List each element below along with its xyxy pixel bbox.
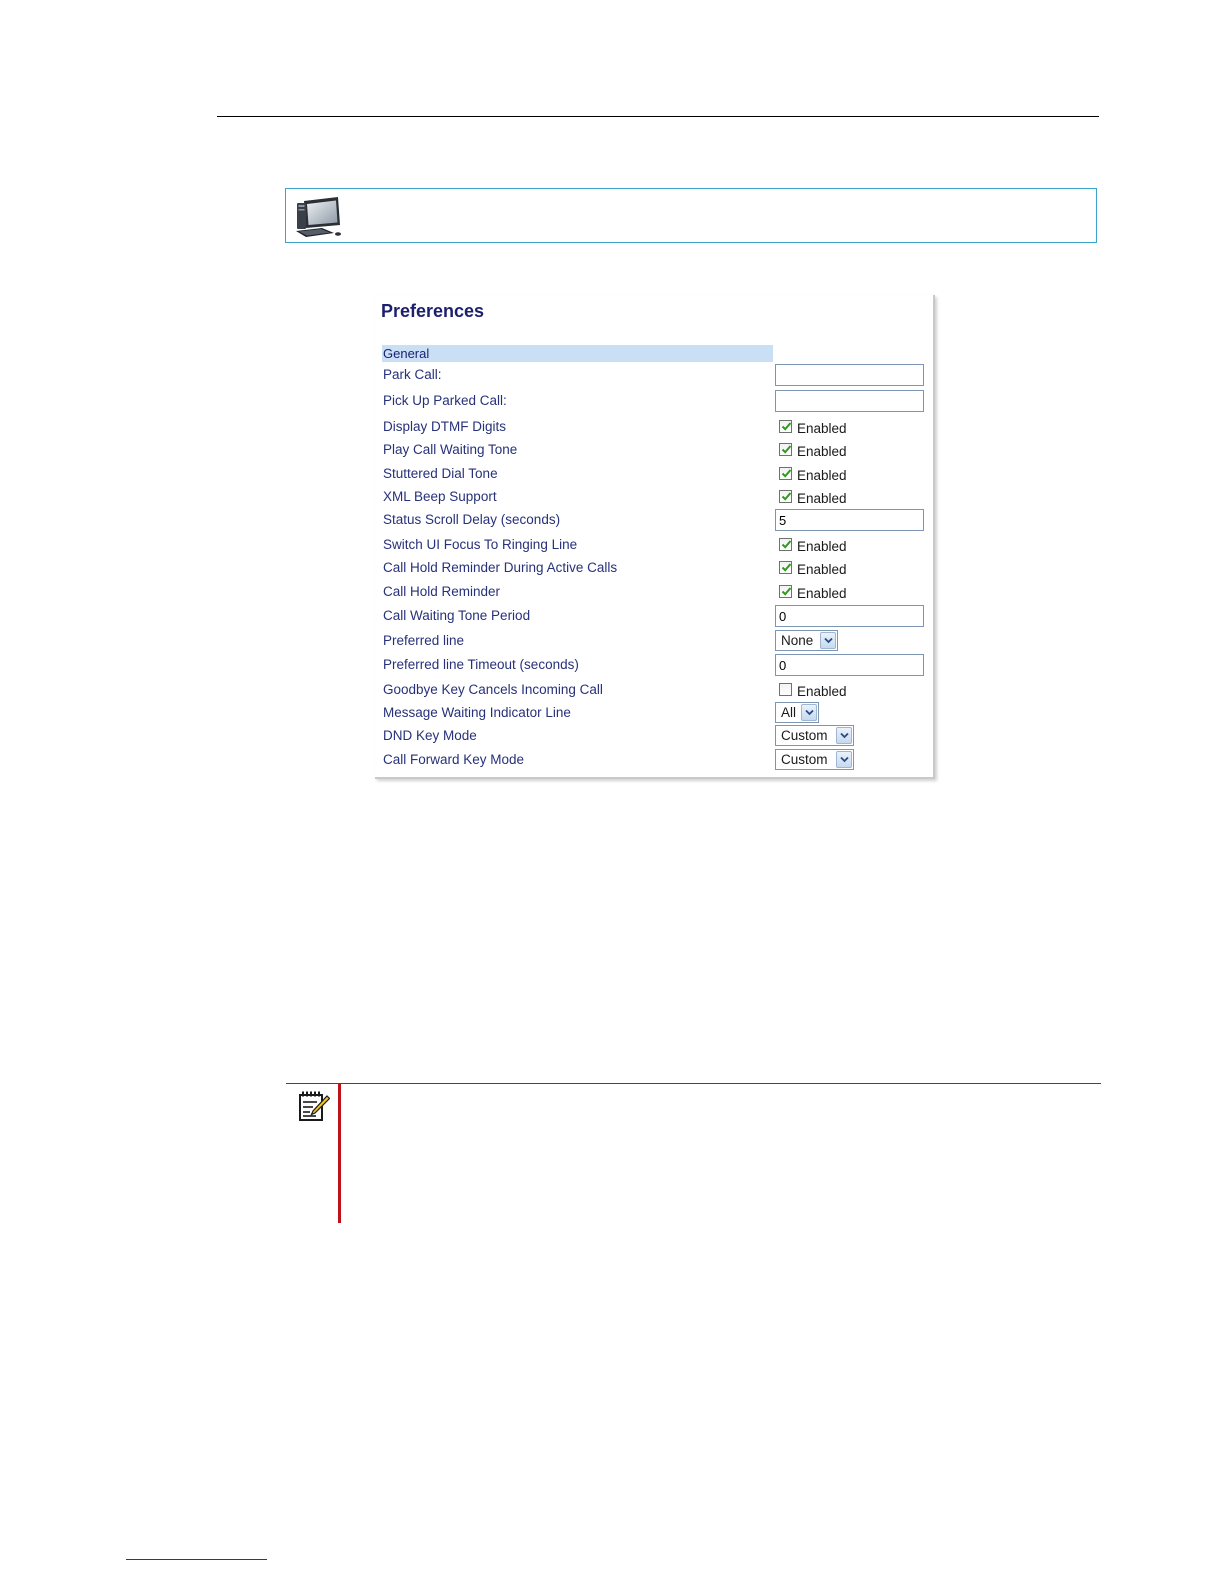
- pref-label-display-dtmf-digits: Display DTMF Digits: [383, 419, 507, 434]
- pref-label-stuttered-dial-tone: Stuttered Dial Tone: [383, 466, 498, 481]
- section-header-general: General: [382, 345, 773, 362]
- preferences-panel: Preferences General Park Call: Pick Up Pa…: [375, 295, 935, 779]
- footer-link-rule: [126, 1559, 267, 1560]
- pref-checkbox-stuttered-dial-tone[interactable]: Enabled: [779, 466, 847, 483]
- pref-input-call-waiting-tone-period[interactable]: [775, 605, 924, 627]
- checkmark-icon: [781, 587, 792, 596]
- pref-select-dnd-key-mode[interactable]: Custom: [775, 725, 854, 746]
- pref-label-pick-up-parked-call: Pick Up Parked Call:: [383, 393, 507, 408]
- checkbox-box[interactable]: [779, 538, 792, 551]
- notepad-pencil-icon: [299, 1091, 330, 1121]
- pref-row-stuttered-dial-tone: Stuttered Dial Tone Enabled: [375, 463, 933, 487]
- pref-row-display-dtmf-digits: Display DTMF Digits Enabled: [375, 416, 933, 440]
- pref-row-dnd-key-mode: DND Key Mode Custom: [375, 725, 933, 749]
- select-value: All: [781, 705, 797, 720]
- checkmark-icon: [781, 469, 792, 478]
- checkbox-option-label: Enabled: [797, 684, 847, 699]
- pref-input-park-call[interactable]: [775, 364, 924, 386]
- pref-label-message-waiting-indicator-line: Message Waiting Indicator Line: [383, 705, 571, 720]
- pref-row-preferred-line: Preferred line None: [375, 630, 933, 654]
- pref-label-call-hold-reminder-during-active-calls: Call Hold Reminder During Active Calls: [383, 560, 618, 575]
- pref-label-xml-beep-support: XML Beep Support: [383, 489, 497, 504]
- checkmark-icon: [781, 540, 792, 549]
- pref-label-switch-ui-focus-to-ringing-line: Switch UI Focus To Ringing Line: [383, 537, 578, 552]
- checkbox-option-label: Enabled: [797, 468, 847, 483]
- checkbox-box[interactable]: [779, 443, 792, 456]
- checkbox-option-label: Enabled: [797, 562, 847, 577]
- checkbox-box[interactable]: [779, 467, 792, 480]
- select-value: Custom: [781, 728, 828, 743]
- pref-row-play-call-waiting-tone: Play Call Waiting Tone Enabled: [375, 439, 933, 463]
- pref-input-pick-up-parked-call[interactable]: [775, 390, 924, 412]
- note-side-bar: [338, 1084, 341, 1223]
- pref-row-park-call: Park Call:: [375, 364, 933, 388]
- pref-label-goodbye-key-cancels-incoming-call: Goodbye Key Cancels Incoming Call: [383, 682, 603, 697]
- pref-row-xml-beep-support: XML Beep Support Enabled: [375, 486, 933, 510]
- pref-label-status-scroll-delay-seconds: Status Scroll Delay (seconds): [383, 512, 561, 527]
- pref-row-pick-up-parked-call: Pick Up Parked Call:: [375, 390, 933, 414]
- pref-select-preferred-line[interactable]: None: [775, 630, 838, 651]
- chevron-down-icon[interactable]: [836, 727, 852, 744]
- chevron-down-icon[interactable]: [820, 632, 836, 649]
- checkmark-icon: [781, 422, 792, 431]
- checkbox-option-label: Enabled: [797, 491, 847, 506]
- pref-checkbox-display-dtmf-digits[interactable]: Enabled: [779, 419, 847, 436]
- checkmark-icon: [781, 445, 792, 454]
- pref-label-play-call-waiting-tone: Play Call Waiting Tone: [383, 442, 518, 457]
- pref-label-preferred-line-timeout-seconds: Preferred line Timeout (seconds): [383, 657, 579, 672]
- pref-row-status-scroll-delay-seconds: Status Scroll Delay (seconds): [375, 509, 933, 533]
- pref-checkbox-call-hold-reminder[interactable]: Enabled: [779, 584, 847, 601]
- pref-checkbox-switch-ui-focus-to-ringing-line[interactable]: Enabled: [779, 537, 847, 554]
- checkbox-box[interactable]: [779, 561, 792, 574]
- pref-row-call-hold-reminder: Call Hold Reminder Enabled: [375, 581, 933, 605]
- select-value: Custom: [781, 752, 828, 767]
- computer-monitor-icon: [296, 197, 341, 237]
- pref-label-call-forward-key-mode: Call Forward Key Mode: [383, 752, 525, 767]
- pref-checkbox-play-call-waiting-tone[interactable]: Enabled: [779, 442, 847, 459]
- pref-row-message-waiting-indicator-line: Message Waiting Indicator Line All: [375, 702, 933, 726]
- pref-row-call-hold-reminder-during-active-calls: Call Hold Reminder During Active Calls En…: [375, 557, 933, 581]
- chevron-down-icon[interactable]: [836, 751, 852, 768]
- pref-label-call-waiting-tone-period: Call Waiting Tone Period: [383, 608, 531, 623]
- pref-row-goodbye-key-cancels-incoming-call: Goodbye Key Cancels Incoming Call Enabled: [375, 679, 933, 703]
- pref-checkbox-goodbye-key-cancels-incoming-call[interactable]: Enabled: [779, 682, 847, 699]
- header-rule: [217, 116, 1099, 117]
- pref-row-preferred-line-timeout-seconds: Preferred line Timeout (seconds): [375, 654, 933, 678]
- checkbox-option-label: Enabled: [797, 539, 847, 554]
- pref-row-call-forward-key-mode: Call Forward Key Mode Custom: [375, 749, 933, 773]
- pref-checkbox-call-hold-reminder-during-active-calls[interactable]: Enabled: [779, 560, 847, 577]
- pref-label-park-call: Park Call:: [383, 367, 442, 382]
- panel-title: Preferences: [381, 301, 485, 321]
- pref-checkbox-xml-beep-support[interactable]: Enabled: [779, 489, 847, 506]
- checkmark-icon: [781, 492, 792, 501]
- checkbox-box[interactable]: [779, 683, 792, 696]
- checkbox-box[interactable]: [779, 585, 792, 598]
- checkbox-option-label: Enabled: [797, 421, 847, 436]
- pref-select-message-waiting-indicator-line[interactable]: All: [775, 702, 819, 723]
- checkbox-option-label: Enabled: [797, 586, 847, 601]
- checkbox-box[interactable]: [779, 420, 792, 433]
- pref-label-call-hold-reminder: Call Hold Reminder: [383, 584, 501, 599]
- pref-select-call-forward-key-mode[interactable]: Custom: [775, 749, 854, 770]
- pref-input-preferred-line-timeout-seconds[interactable]: [775, 654, 924, 676]
- checkbox-option-label: Enabled: [797, 444, 847, 459]
- pref-row-call-waiting-tone-period: Call Waiting Tone Period: [375, 605, 933, 629]
- pref-label-preferred-line: Preferred line: [383, 633, 465, 648]
- note-top-rule: [286, 1083, 1101, 1084]
- web-ui-callout: [285, 188, 1097, 243]
- pref-label-dnd-key-mode: DND Key Mode: [383, 728, 477, 743]
- pref-input-status-scroll-delay-seconds[interactable]: [775, 509, 924, 531]
- checkbox-box[interactable]: [779, 490, 792, 503]
- pref-row-switch-ui-focus-to-ringing-line: Switch UI Focus To Ringing Line Enabled: [375, 534, 933, 558]
- chevron-down-icon[interactable]: [801, 704, 817, 721]
- checkmark-icon: [781, 563, 792, 572]
- select-value: None: [781, 633, 814, 648]
